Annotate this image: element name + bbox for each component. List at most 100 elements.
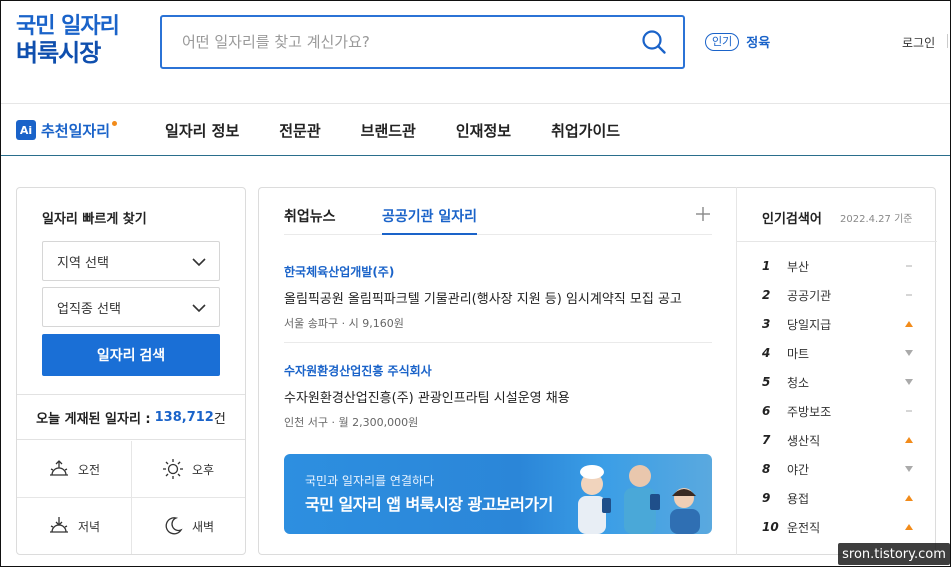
popular-search-item[interactable]: 7 생산직 bbox=[762, 430, 914, 450]
nav-item-guide[interactable]: 취업가이드 bbox=[551, 120, 620, 141]
app-ad-banner[interactable]: 국민과 일자리를 연결하다 국민 일자리 앱 벼룩시장 광고보러가기 bbox=[284, 454, 712, 534]
popular-search-item[interactable]: 1 부산 bbox=[762, 256, 914, 276]
rank-number: 8 bbox=[762, 462, 771, 476]
job-search-button[interactable]: 일자리 검색 bbox=[42, 334, 220, 376]
login-link[interactable]: 로그인 bbox=[902, 34, 935, 51]
ai-badge-icon: Ai bbox=[16, 120, 36, 140]
popular-search-item[interactable]: 9 용접 bbox=[762, 488, 914, 508]
today-unit: 건 bbox=[213, 411, 226, 427]
region-select[interactable]: 지역 선택 bbox=[42, 241, 220, 281]
rank-number: 9 bbox=[762, 491, 771, 505]
rank-keyword[interactable]: 야간 bbox=[787, 461, 904, 478]
rank-number: 1 bbox=[762, 259, 771, 273]
chevron-down-icon bbox=[192, 258, 206, 267]
rank-keyword[interactable]: 마트 bbox=[787, 345, 904, 362]
popular-keyword[interactable]: 정육 bbox=[746, 32, 770, 51]
banner-subtitle: 국민과 일자리를 연결하다 bbox=[305, 474, 435, 488]
popular-search-item[interactable]: 3 당일지급 bbox=[762, 314, 914, 334]
job-company[interactable]: 수자원환경산업진흥 주식회사 bbox=[284, 362, 712, 379]
trend-up-icon bbox=[904, 494, 914, 502]
nav-ai-recommend[interactable]: 추천일자리 bbox=[41, 120, 110, 141]
sunset-icon bbox=[49, 517, 68, 533]
job-divider bbox=[284, 342, 712, 343]
search-icon[interactable] bbox=[641, 29, 667, 55]
rank-keyword[interactable]: 부산 bbox=[787, 258, 904, 275]
job-meta: 인천 서구 · 월 2,300,000원 bbox=[284, 416, 419, 429]
job-title[interactable]: 수자원환경산업진흥(주) 관광인프라팀 시설운영 채용 bbox=[284, 387, 712, 406]
nav-item-talent[interactable]: 인재정보 bbox=[456, 120, 511, 141]
quick-search-panel: 일자리 빠르게 찾기 지역 선택 업직종 선택 일자리 검색 오늘 게재된 일자… bbox=[16, 187, 246, 555]
job-meta: 서울 송파구 · 시 9,160원 bbox=[284, 317, 404, 330]
search-input[interactable] bbox=[162, 17, 602, 67]
search-box bbox=[160, 15, 685, 69]
rank-number: 10 bbox=[762, 520, 779, 534]
new-dot-icon bbox=[112, 120, 118, 126]
popular-search-item[interactable]: 4 마트 bbox=[762, 343, 914, 363]
rank-keyword[interactable]: 생산직 bbox=[787, 432, 904, 449]
popular-search-title: 인기검색어 bbox=[762, 212, 822, 227]
plus-icon[interactable] bbox=[696, 207, 710, 221]
rank-keyword[interactable]: 운전직 bbox=[787, 519, 904, 536]
nav-item-brand[interactable]: 브랜드관 bbox=[361, 120, 416, 141]
today-count: 138,712 bbox=[154, 409, 214, 425]
time-evening-button[interactable]: 저녁 bbox=[17, 498, 131, 554]
rank-keyword[interactable]: 공공기관 bbox=[787, 287, 904, 304]
quick-search-title: 일자리 빠르게 찾기 bbox=[42, 212, 147, 227]
popular-search-item[interactable]: 6 주방보조 bbox=[762, 401, 914, 421]
time-morning-button[interactable]: 오전 bbox=[17, 441, 131, 497]
news-jobs-panel: 취업뉴스 공공기관 일자리 한국체육산업개발(주) 올림픽공원 올림픽파크텔 기… bbox=[258, 187, 736, 555]
trend-down-icon bbox=[904, 378, 914, 386]
watermark: sron.tistory.com bbox=[838, 543, 950, 565]
popular-search-item[interactable]: 10 운전직 bbox=[762, 517, 914, 537]
rank-number: 4 bbox=[762, 346, 771, 360]
nav-item-specialty[interactable]: 전문관 bbox=[279, 120, 320, 141]
tab-public-jobs[interactable]: 공공기관 일자리 bbox=[382, 206, 477, 226]
popular-search-item[interactable]: 2 공공기관 bbox=[762, 285, 914, 305]
rank-number: 6 bbox=[762, 404, 771, 418]
main-nav: Ai 추천일자리 일자리 정보 전문관 브랜드관 인재정보 취업가이드 bbox=[16, 105, 620, 155]
banner-title: 국민 일자리 앱 벼룩시장 광고보러가기 bbox=[305, 495, 553, 514]
job-listing[interactable]: 한국체육산업개발(주) 올림픽공원 올림픽파크텔 기물관리(행사장 지원 등) … bbox=[284, 263, 712, 331]
rank-number: 3 bbox=[762, 317, 771, 331]
site-logo[interactable]: 국민 일자리 벼룩시장 bbox=[16, 14, 120, 66]
job-title[interactable]: 올림픽공원 올림픽파크텔 기물관리(행사장 지원 등) 임시계약직 모집 공고 bbox=[284, 288, 712, 307]
trend-down-icon bbox=[904, 349, 914, 357]
nav-item-job-info[interactable]: 일자리 정보 bbox=[165, 120, 239, 141]
time-afternoon-button[interactable]: 오후 bbox=[131, 441, 245, 497]
rank-number: 7 bbox=[762, 433, 771, 447]
moon-icon bbox=[165, 517, 183, 535]
time-dawn-label: 새벽 bbox=[191, 519, 215, 534]
popular-keyword-ticker[interactable]: 인기 정육 bbox=[705, 32, 770, 51]
time-evening-label: 저녁 bbox=[77, 519, 101, 534]
logo-line1: 국민 일자리 bbox=[16, 14, 120, 39]
rank-keyword[interactable]: 주방보조 bbox=[787, 403, 904, 420]
popular-search-date: 2022.4.27 기준 bbox=[840, 214, 913, 225]
rank-number: 5 bbox=[762, 375, 771, 389]
trend-up-icon bbox=[904, 436, 914, 444]
trend-up-icon bbox=[904, 320, 914, 328]
rank-keyword[interactable]: 용접 bbox=[787, 490, 904, 507]
today-posted-count: 오늘 게재된 일자리 : 138,712 건 bbox=[17, 394, 245, 440]
job-company[interactable]: 한국체육산업개발(주) bbox=[284, 263, 712, 280]
nav-top-border bbox=[1, 103, 950, 104]
page-frame: 국민 일자리 벼룩시장 인기 정육 로그인 Ai 추천일자리 일자리 정보 전문… bbox=[0, 0, 951, 567]
popular-search-item[interactable]: 5 청소 bbox=[762, 372, 914, 392]
popular-search-panel: 인기검색어 2022.4.27 기준 1 부산 2 공공기관 3 당일지급 4 마트 5 청소 6 주… bbox=[736, 187, 937, 555]
rank-number: 2 bbox=[762, 288, 771, 302]
job-type-select-label: 업직종 선택 bbox=[57, 301, 121, 317]
active-tab-indicator bbox=[382, 233, 477, 235]
job-listing[interactable]: 수자원환경산업진흥 주식회사 수자원환경산업진흥(주) 관광인프라팀 시설운영 … bbox=[284, 362, 712, 430]
trend-same-icon bbox=[904, 291, 914, 299]
trend-same-icon bbox=[904, 407, 914, 415]
rank-keyword[interactable]: 당일지급 bbox=[787, 316, 904, 333]
trend-up-icon bbox=[904, 523, 914, 531]
popular-search-item[interactable]: 8 야간 bbox=[762, 459, 914, 479]
tab-job-news[interactable]: 취업뉴스 bbox=[284, 206, 336, 226]
tab-divider bbox=[284, 234, 712, 235]
trend-same-icon bbox=[904, 262, 914, 270]
time-dawn-button[interactable]: 새벽 bbox=[131, 498, 245, 554]
rank-keyword[interactable]: 청소 bbox=[787, 374, 904, 391]
time-morning-label: 오전 bbox=[77, 462, 101, 477]
time-filter-grid: 오전 오후 저녁 새벽 bbox=[17, 441, 245, 554]
job-type-select[interactable]: 업직종 선택 bbox=[42, 287, 220, 327]
